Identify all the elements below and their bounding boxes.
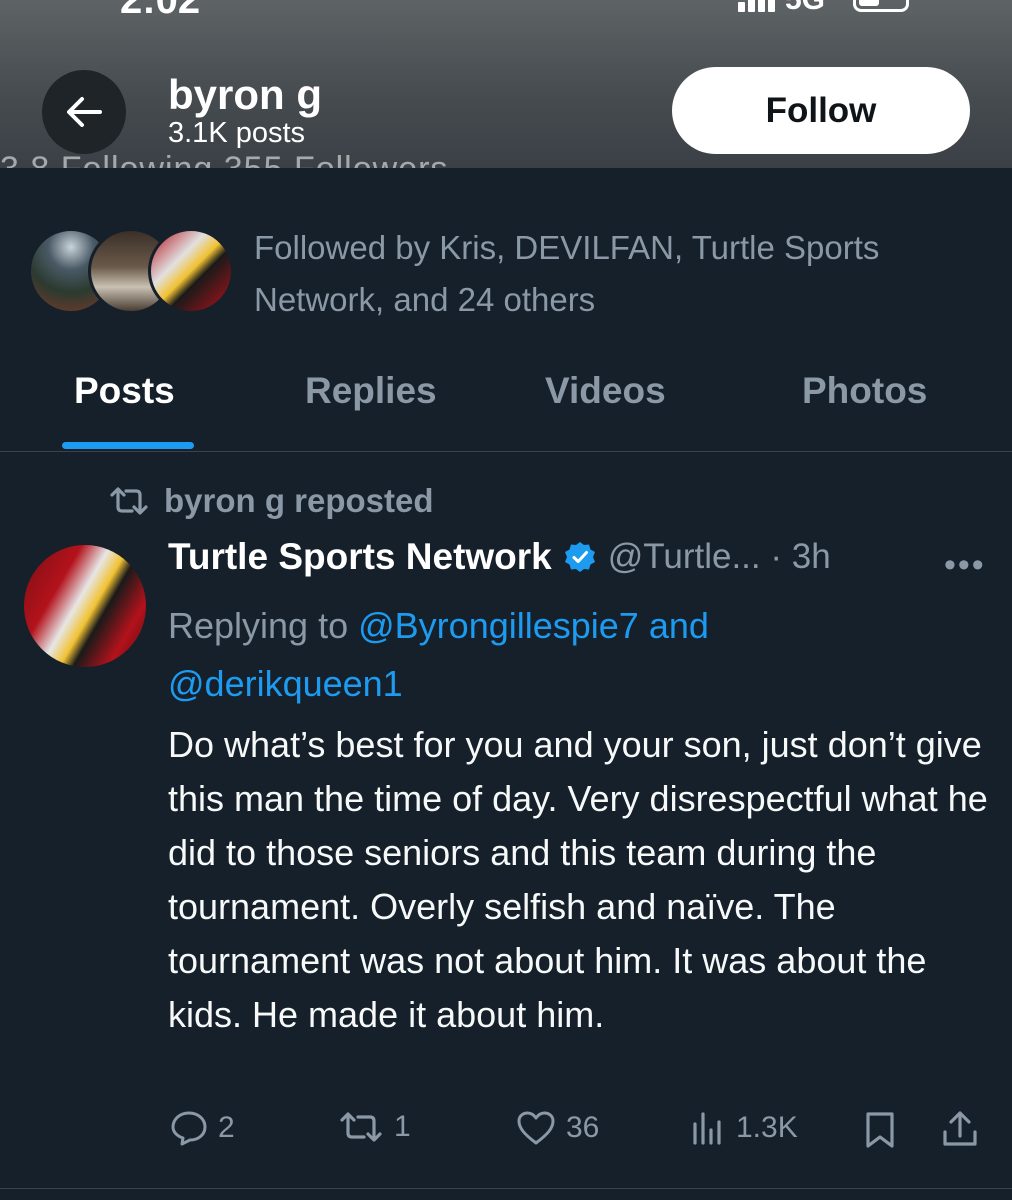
share-icon — [943, 1111, 977, 1146]
tab-photos[interactable]: Photos — [802, 370, 927, 412]
battery-icon — [853, 0, 910, 12]
tab-replies[interactable]: Replies — [305, 370, 437, 412]
share-button[interactable] — [940, 1110, 980, 1150]
bookmark-icon — [866, 1112, 894, 1148]
back-button[interactable] — [42, 70, 126, 154]
comment-icon — [171, 1111, 207, 1146]
active-tab-indicator — [62, 442, 194, 449]
profile-name: byron g — [168, 71, 322, 118]
profile-header: 2:02 5G byron g 3.1K posts Follow 3.8 Fo… — [0, 0, 1012, 168]
followed-by-text[interactable]: Followed by Kris, DEVILFAN, Turtle Sport… — [254, 222, 994, 326]
repost-context[interactable]: byron g reposted — [108, 482, 434, 520]
bookmark-button[interactable] — [862, 1110, 898, 1150]
view-count: 1.3K — [736, 1111, 798, 1144]
avatar — [148, 228, 234, 314]
follow-button[interactable]: Follow — [672, 67, 970, 154]
network-label: 5G — [785, 0, 825, 15]
views-button[interactable]: 1.3K — [690, 1110, 798, 1146]
status-time: 2:02 — [120, 0, 201, 22]
replying-prefix: Replying to — [168, 605, 349, 646]
follow-stats-partial: 3.8 Following 355 Followers — [0, 150, 448, 168]
post-handle-time: @Turtle... · 3h — [607, 537, 831, 576]
more-options-icon[interactable]: ••• — [944, 546, 986, 585]
repost-icon — [110, 487, 148, 515]
signal-icon — [738, 0, 775, 12]
analytics-icon — [693, 1112, 721, 1145]
repost-count: 1 — [394, 1110, 411, 1143]
post-text: Do what’s best for you and your son, jus… — [168, 724, 988, 1035]
replying-to: Replying to @Byrongillespie7 and @derikq… — [168, 597, 968, 713]
verified-badge-icon — [564, 542, 595, 572]
post-author-row: Turtle Sports Network @Turtle... · 3h — [168, 536, 831, 578]
like-button[interactable]: 36 — [516, 1110, 599, 1146]
posts-count: 3.1K posts — [168, 117, 306, 149]
repost-label: byron g reposted — [164, 482, 434, 519]
heart-icon — [517, 1111, 555, 1145]
divider — [0, 1188, 1012, 1189]
profile-tabs: Posts Replies Videos Photos — [0, 350, 1012, 452]
status-indicators: 5G — [738, 0, 910, 15]
reply-count: 2 — [218, 1111, 235, 1144]
repost-button[interactable]: 1 — [338, 1110, 411, 1144]
post-author-avatar[interactable] — [24, 545, 146, 667]
post-author-name[interactable]: Turtle Sports Network — [168, 536, 552, 578]
tab-posts[interactable]: Posts — [74, 370, 175, 412]
like-count: 36 — [566, 1111, 600, 1144]
reply-button[interactable]: 2 — [170, 1110, 235, 1146]
arrow-left-icon — [67, 97, 102, 127]
followed-by-avatars[interactable] — [28, 228, 238, 318]
mention-link[interactable]: @derikqueen1 — [168, 663, 403, 704]
mention-link[interactable]: @Byrongillespie7 and — [358, 605, 709, 646]
tab-videos[interactable]: Videos — [545, 370, 666, 412]
repost-icon — [340, 1112, 382, 1142]
